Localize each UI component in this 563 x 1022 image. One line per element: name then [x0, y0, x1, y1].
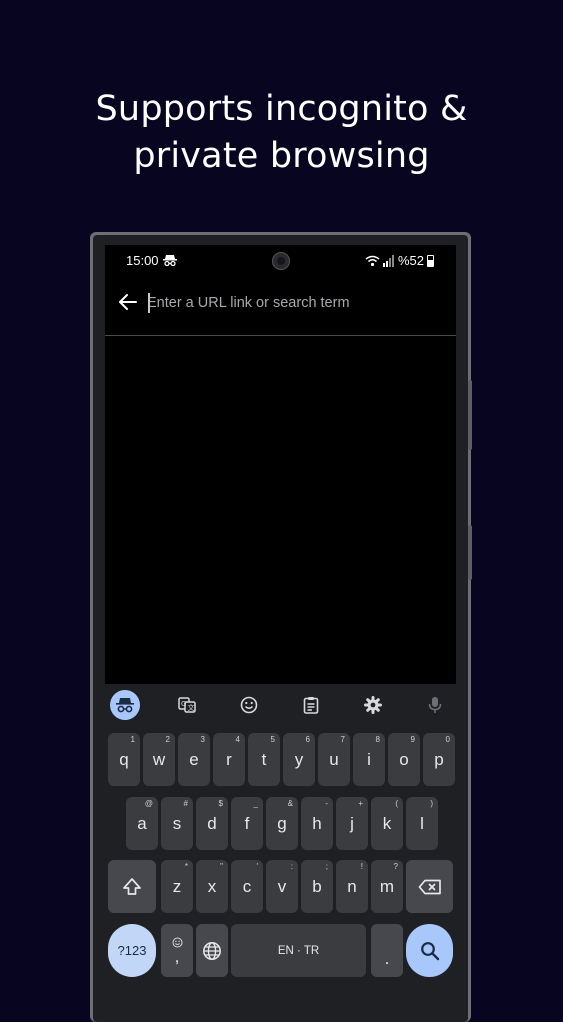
key-g[interactable]: & g [266, 797, 298, 850]
key-j[interactable]: + j [336, 797, 368, 850]
incognito-status-icon [163, 255, 177, 266]
svg-text:G: G [181, 700, 186, 708]
key-q[interactable]: 1q [108, 733, 140, 786]
signal-icon [382, 254, 394, 267]
key-s[interactable]: # s [161, 797, 193, 850]
comma-key[interactable]: , [161, 924, 193, 977]
status-icons: %52 [365, 253, 434, 268]
headline: Supports incognito & private browsing [0, 86, 563, 180]
key-l[interactable]: ) l [406, 797, 438, 850]
key-h[interactable]: -h [301, 797, 333, 850]
key-x[interactable]: " x [196, 860, 228, 913]
wifi-icon [365, 255, 380, 266]
phone-volume-button [468, 380, 472, 450]
headline-line-2: private browsing [133, 136, 430, 176]
language-key[interactable] [196, 924, 228, 977]
mic-icon[interactable] [420, 690, 450, 720]
key-c[interactable]: ' c [231, 860, 263, 913]
status-bar: 15:00 %52 [105, 245, 456, 277]
battery-percent: %52 [397, 253, 424, 268]
key-n[interactable]: ! n [336, 860, 368, 913]
key-v[interactable]: :v [266, 860, 298, 913]
key-f[interactable]: _ f [231, 797, 263, 850]
search-icon [420, 941, 439, 960]
incognito-keyboard-icon[interactable] [110, 690, 140, 720]
key-y[interactable]: 6y [283, 733, 315, 786]
url-search-input[interactable] [147, 290, 437, 316]
battery-icon [427, 254, 434, 267]
key-e[interactable]: 3e [178, 733, 210, 786]
key-k[interactable]: (k [371, 797, 403, 850]
key-i[interactable]: 8i [353, 733, 385, 786]
key-a[interactable]: @ a [126, 797, 158, 850]
symbols-key[interactable]: ?123 [108, 924, 156, 977]
url-bar [105, 277, 456, 336]
key-z[interactable]: * z [161, 860, 193, 913]
gear-icon[interactable] [358, 690, 388, 720]
clipboard-icon[interactable] [296, 690, 326, 720]
translate-icon[interactable]: G 文 [172, 690, 202, 720]
front-camera [272, 252, 290, 270]
phone-power-button [468, 525, 472, 580]
key-w[interactable]: 2w [143, 733, 175, 786]
svg-text:文: 文 [188, 703, 195, 712]
key-u[interactable]: 7u [318, 733, 350, 786]
space-bar[interactable]: EN · TR [231, 924, 366, 977]
headline-line-1: Supports incognito & [95, 89, 468, 129]
text-cursor [148, 293, 150, 313]
key-b[interactable]: ; b [301, 860, 333, 913]
period-key[interactable]: . [371, 924, 403, 977]
key-t[interactable]: 5t [248, 733, 280, 786]
key-r[interactable]: 4r [213, 733, 245, 786]
emoji-icon[interactable] [234, 690, 264, 720]
search-key[interactable] [406, 924, 453, 977]
key-o[interactable]: 9o [388, 733, 420, 786]
keyboard: G 文 1 q 2 w 3 e 4 r 5 t 6 y 7 u 8 i 9 o … [105, 684, 456, 1005]
phone-screen: 15:00 %52 Enter a URL link or search ter… [105, 245, 456, 1005]
globe-icon [203, 941, 221, 960]
back-arrow-icon[interactable] [117, 291, 139, 313]
key-m[interactable]: ? m [371, 860, 403, 913]
shift-key[interactable] [108, 860, 156, 913]
status-time: 15:00 [126, 253, 159, 268]
backspace-icon [418, 879, 441, 894]
key-p[interactable]: 0p [423, 733, 455, 786]
backspace-key[interactable] [406, 860, 453, 913]
key-d[interactable]: $ d [196, 797, 228, 850]
shift-icon [123, 877, 141, 895]
